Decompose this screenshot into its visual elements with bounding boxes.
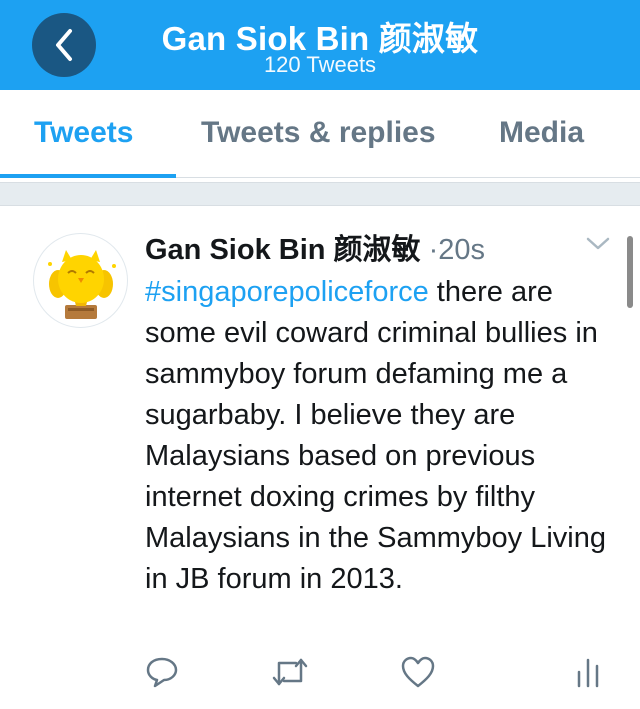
- owl-trophy-avatar: [48, 250, 116, 319]
- tweet-timestamp[interactable]: 20s: [438, 234, 485, 266]
- tweet[interactable]: Gan Siok Bin 颜淑敏 ·20s #singaporepolicefo…: [0, 206, 640, 709]
- hashtag-link[interactable]: #singaporepoliceforce: [145, 276, 429, 308]
- analytics-button[interactable]: [566, 650, 610, 694]
- active-tab-indicator: [0, 174, 176, 178]
- author-name[interactable]: Gan Siok Bin 颜淑敏: [145, 234, 421, 266]
- tweet-count: 120 Tweets: [263, 52, 377, 77]
- analytics-icon: [577, 658, 599, 688]
- tweet-body: there are some evil coward criminal bull…: [145, 276, 606, 595]
- section-divider: [0, 182, 640, 206]
- reply-button[interactable]: [140, 650, 184, 694]
- tab-media[interactable]: Media: [499, 90, 584, 178]
- like-button[interactable]: [396, 650, 440, 694]
- tweet-separator: ·: [428, 234, 439, 266]
- profile-tabs: Tweets Tweets & replies Media: [0, 90, 640, 178]
- profile-header: Gan Siok Bin 颜淑敏 120 Tweets: [0, 0, 640, 90]
- chevron-down-icon: [586, 237, 610, 250]
- tab-tweets[interactable]: Tweets: [34, 90, 133, 178]
- tweet-actions: [0, 650, 640, 700]
- retweet-icon: [272, 658, 308, 686]
- like-icon: [401, 656, 435, 688]
- tweet-text: #singaporepoliceforce there are some evi…: [145, 272, 615, 600]
- tweet-menu-button[interactable]: [585, 236, 611, 257]
- tweet-author-line: Gan Siok Bin 颜淑敏 ·20s: [145, 226, 485, 268]
- reply-icon: [146, 657, 178, 688]
- tab-tweets-replies[interactable]: Tweets & replies: [201, 90, 436, 178]
- avatar[interactable]: [33, 233, 128, 328]
- retweet-button[interactable]: [268, 650, 312, 694]
- scrollbar[interactable]: [627, 236, 633, 308]
